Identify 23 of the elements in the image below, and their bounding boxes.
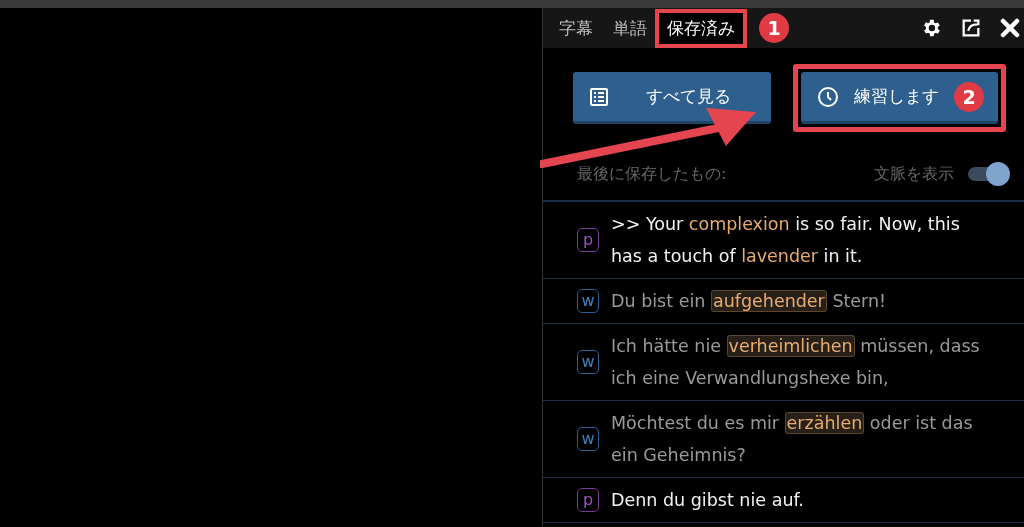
close-icon[interactable] (1000, 18, 1020, 38)
step-number-marker: 1 (759, 13, 789, 43)
share-icon[interactable] (960, 17, 982, 39)
entry-type-badge: w (577, 289, 599, 313)
clock-icon (816, 85, 839, 108)
tab[interactable]: 単語 (605, 12, 655, 44)
step-number-marker: 2 (954, 81, 984, 112)
toggle-label: 文脈を表示 (874, 163, 954, 185)
list-icon (589, 86, 609, 107)
entry-type-badge: p (577, 488, 599, 512)
saved-heading: 最後に保存したもの: (577, 163, 727, 185)
entry-type-badge: p (577, 228, 599, 252)
saved-sentence[interactable]: Denn du gibst nie auf. (611, 484, 981, 516)
entry-type-badge: w (577, 350, 599, 374)
action-button[interactable]: 練習します 2 (800, 72, 998, 124)
context-toggle[interactable] (968, 162, 1010, 186)
saved-sentence[interactable]: >> Your complexion is so fair. Now, this has a touch of lavender in it. (611, 208, 981, 272)
entry-type-badge: w (577, 427, 599, 451)
saved-sentence[interactable]: Ich hätte nie verheimlichen müssen, dass ich eine Verwandlungshexe bin, (611, 330, 981, 394)
tab[interactable]: 字幕 (551, 12, 601, 44)
saved-sentence[interactable]: Möchtest du es mir erzählen oder ist das ein Geheimnis? (611, 407, 981, 471)
saved-sentence[interactable]: Du bist ein aufgehender Stern! (611, 285, 981, 317)
action-button[interactable]: すべて見る (573, 72, 771, 124)
